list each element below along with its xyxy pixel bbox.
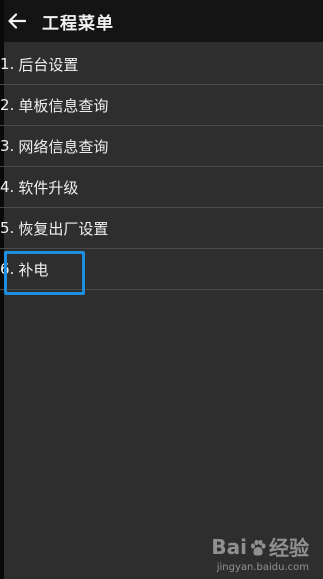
menu-item-number: 6.	[0, 260, 15, 278]
watermark-logo: Bai 经验	[211, 532, 309, 561]
menu-item-board-info[interactable]: 2. 单板信息查询	[0, 85, 323, 126]
menu-item-number: 3.	[0, 137, 15, 155]
page-title: 工程菜单	[42, 13, 114, 34]
menu-item-number: 1.	[0, 55, 15, 73]
menu-item-label: 补电	[18, 260, 49, 279]
menu-item-label: 单板信息查询	[18, 96, 109, 115]
menu-item-factory-reset[interactable]: 5. 恢复出厂设置	[0, 208, 323, 249]
menu-item-software-upgrade[interactable]: 4. 软件升级	[0, 167, 323, 208]
menu-item-label: 软件升级	[18, 178, 79, 197]
menu-item-number: 2.	[0, 96, 15, 114]
engineering-menu-screen: 工程菜单 1. 后台设置 2. 单板信息查询 3. 网络信息查询 4. 软件升级…	[0, 0, 323, 579]
menu-item-label: 后台设置	[18, 55, 79, 74]
menu-item-network-info[interactable]: 3. 网络信息查询	[0, 126, 323, 167]
menu-item-label: 恢复出厂设置	[18, 219, 109, 238]
watermark-logo-right: 经验	[269, 536, 309, 560]
watermark-url: jingyan.baidu.com	[216, 562, 309, 573]
app-bar: 工程菜单	[4, 0, 323, 42]
arrow-left-icon	[8, 13, 26, 29]
menu-list: 1. 后台设置 2. 单板信息查询 3. 网络信息查询 4. 软件升级 5. 恢…	[0, 44, 323, 290]
menu-item-label: 网络信息查询	[18, 137, 109, 156]
menu-item-battery-recharge[interactable]: 6. 补电	[0, 249, 323, 290]
menu-item-number: 4.	[0, 178, 15, 196]
paw-icon	[249, 538, 267, 556]
back-button[interactable]	[0, 0, 34, 42]
watermark-logo-left: Bai	[211, 534, 247, 559]
menu-item-number: 5.	[0, 219, 15, 237]
menu-item-background-settings[interactable]: 1. 后台设置	[0, 44, 323, 85]
baidu-jingyan-watermark: Bai 经验 jingyan.baidu.com	[211, 532, 309, 574]
